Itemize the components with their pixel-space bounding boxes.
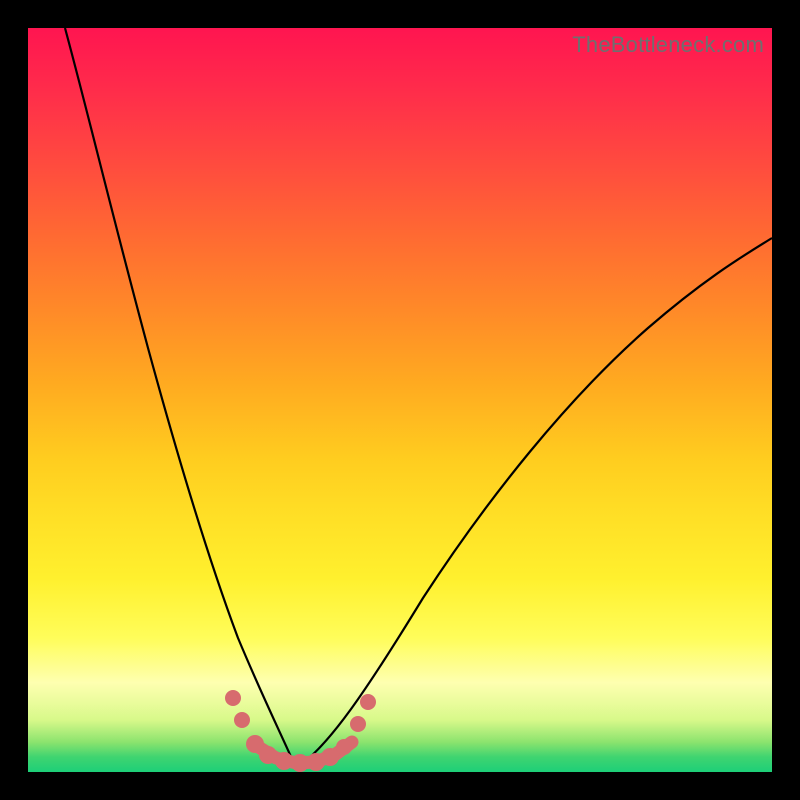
left-curve bbox=[65, 28, 296, 768]
chart-frame: TheBottleneck.com bbox=[0, 0, 800, 800]
marker-dot bbox=[360, 694, 376, 710]
marker-dot bbox=[321, 748, 339, 766]
marker-dot bbox=[234, 712, 250, 728]
marker-dot bbox=[291, 754, 309, 772]
marker-dot bbox=[336, 739, 352, 755]
curves-svg bbox=[28, 28, 772, 772]
marker-dot bbox=[275, 752, 293, 770]
marker-dot bbox=[259, 746, 277, 764]
plot-area: TheBottleneck.com bbox=[28, 28, 772, 772]
marker-dot bbox=[225, 690, 241, 706]
right-curve bbox=[296, 238, 772, 768]
marker-dot bbox=[350, 716, 366, 732]
